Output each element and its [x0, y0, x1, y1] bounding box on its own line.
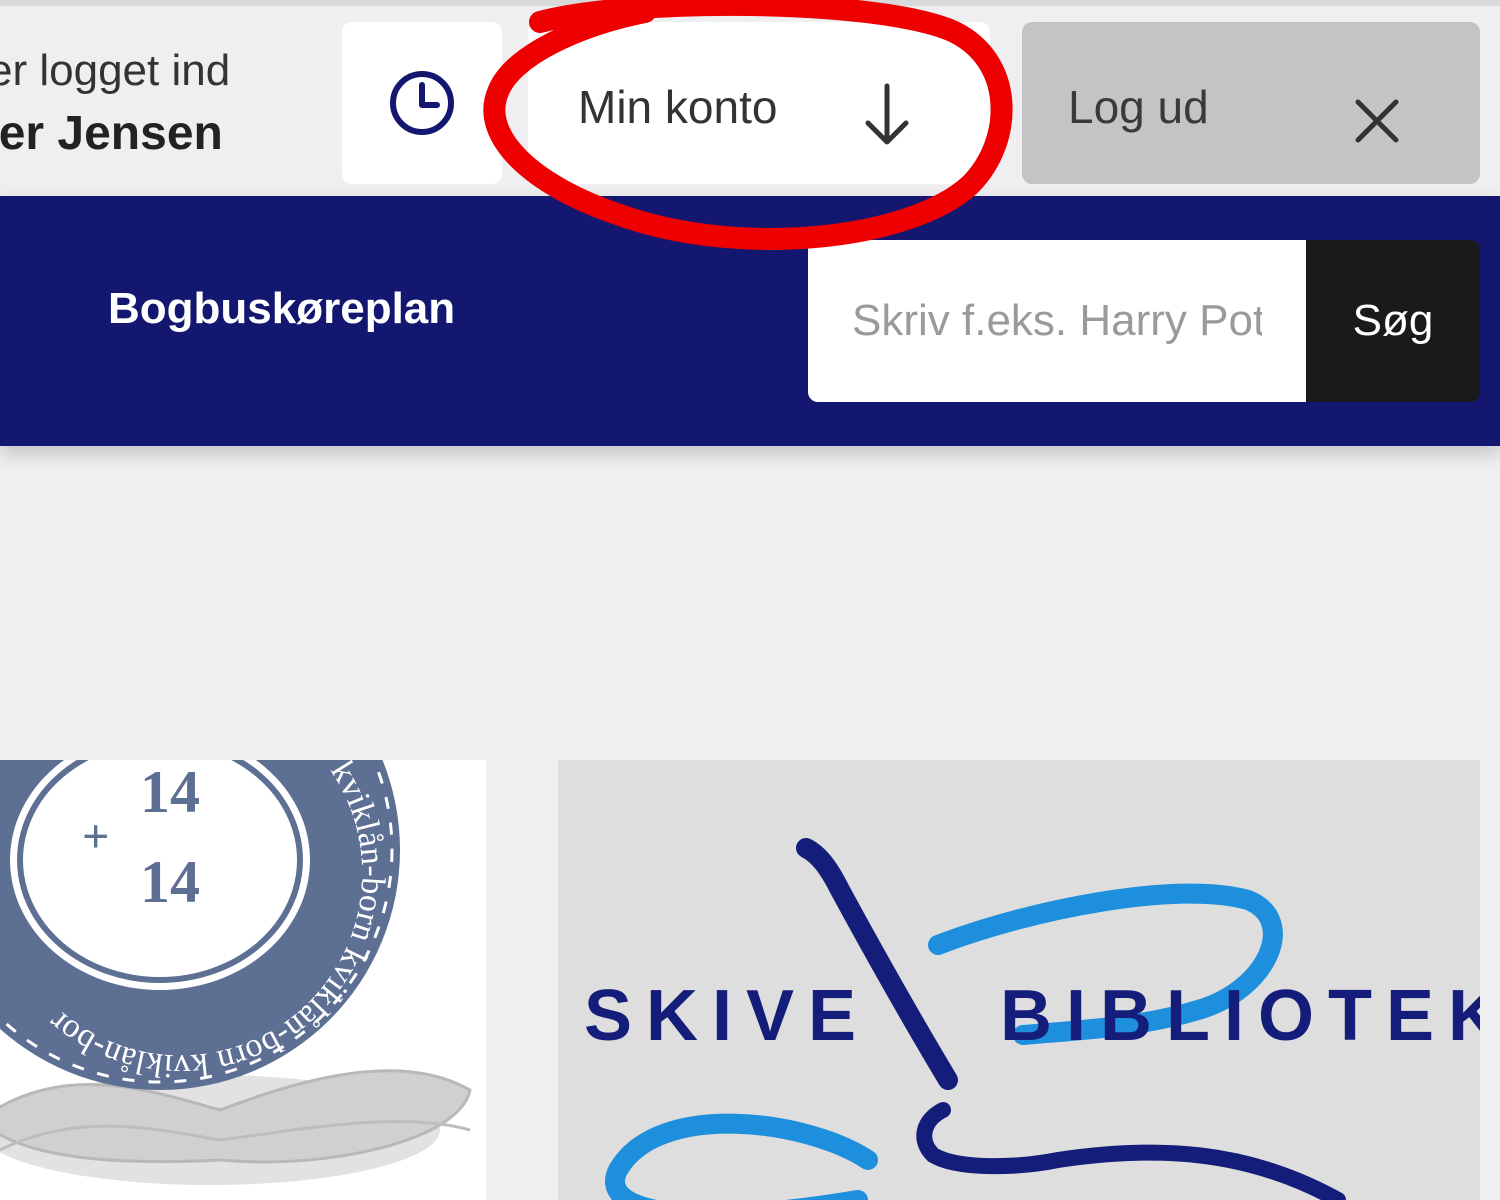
logo-word-bibliotek: BIBLIOTEK	[1000, 976, 1480, 1056]
badge-plus: +	[82, 810, 109, 863]
logo-word-skive: SKIVE	[584, 976, 870, 1056]
logout-label: Log ud	[1068, 81, 1209, 133]
my-account-label: Min konto	[578, 81, 778, 133]
user-name: ver Jensen	[0, 107, 223, 160]
search-input[interactable]	[808, 240, 1306, 402]
arrow-down-icon	[865, 83, 909, 145]
history-button[interactable]	[342, 22, 502, 184]
quick-loan-promo-card[interactable]: 14 + 14 kviklån-born kviklån-born kviklå…	[0, 760, 486, 1200]
search-button[interactable]: Søg	[1306, 240, 1480, 402]
nav-link-bookbus-schedule[interactable]: Bogbuskøreplan	[108, 284, 455, 334]
top-account-bar: er logget ind ver Jensen Min konto Log u…	[0, 0, 1500, 192]
quick-loan-badge-image: 14 + 14 kviklån-born kviklån-born kviklå…	[0, 760, 472, 1185]
badge-number-top: 14	[140, 760, 200, 825]
login-status: er logget ind ver Jensen	[0, 36, 330, 176]
skive-library-logo-card[interactable]: SKIVE BIBLIOTEK	[558, 760, 1480, 1200]
main-navigation: Bogbuskøreplan Søg	[0, 196, 1500, 446]
close-icon	[1355, 99, 1399, 143]
my-account-button[interactable]: Min konto	[528, 22, 990, 184]
login-status-text: er logget ind	[0, 46, 231, 95]
clock-icon	[390, 71, 454, 135]
badge-number-bottom: 14	[140, 849, 200, 915]
logout-button[interactable]: Log ud	[1022, 22, 1480, 184]
skive-library-logo: SKIVE BIBLIOTEK	[584, 838, 1480, 1200]
